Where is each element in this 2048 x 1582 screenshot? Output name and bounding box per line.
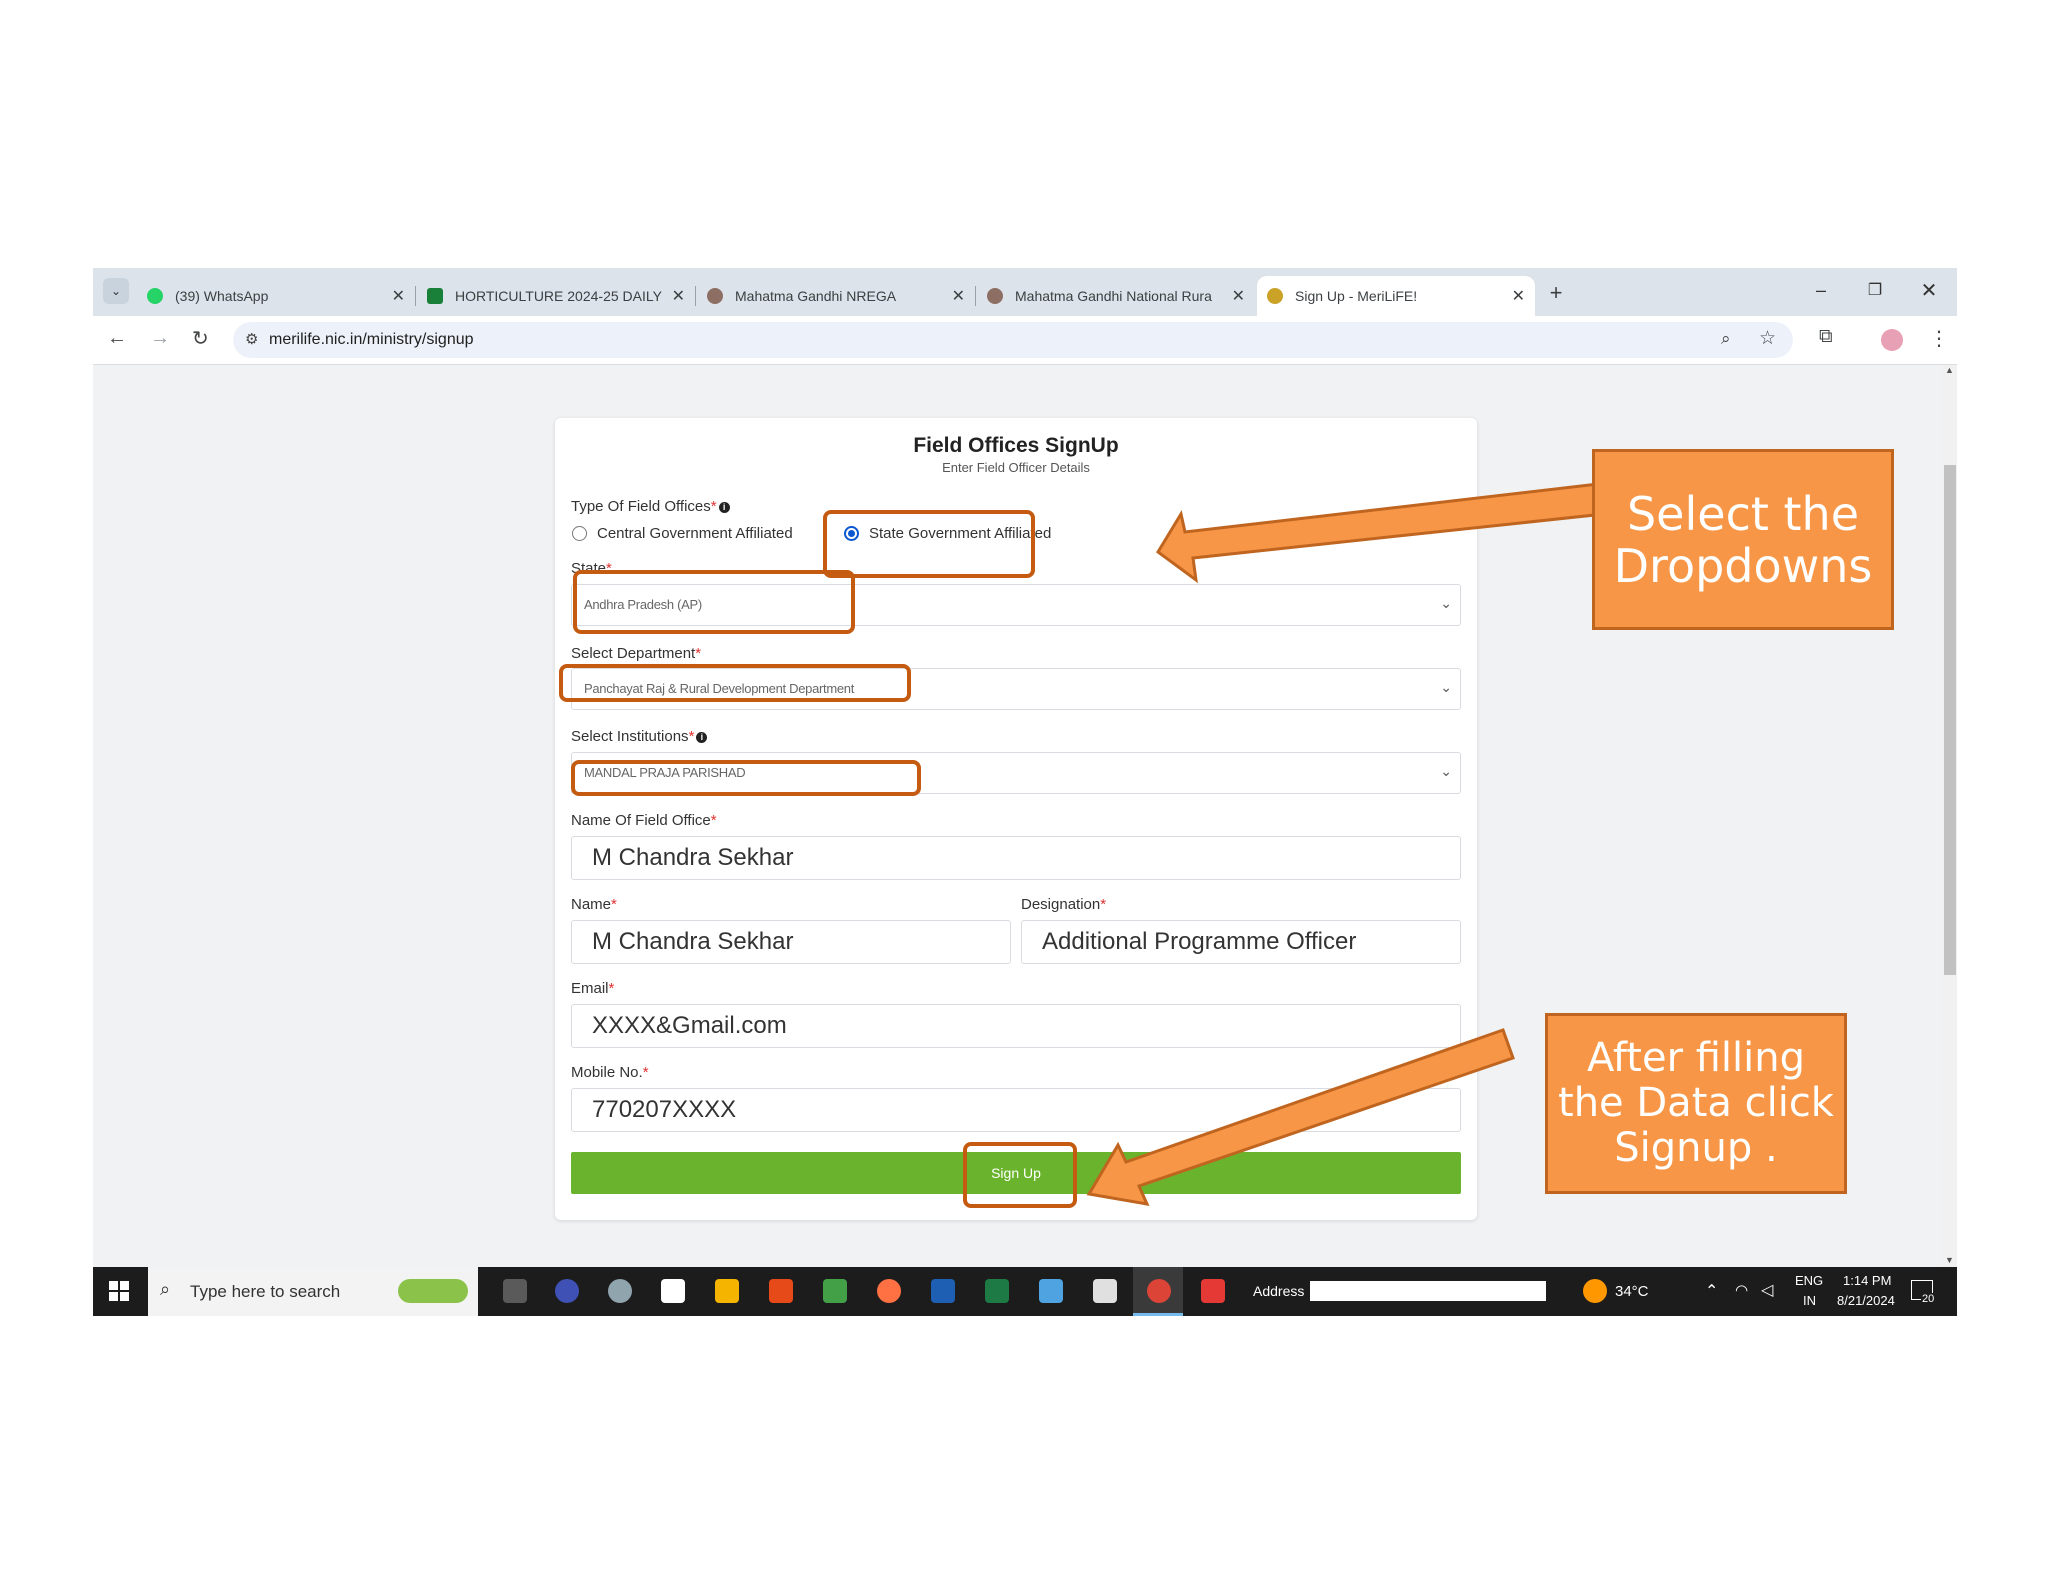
callout-select-dropdowns: Select the Dropdowns [1592,449,1894,630]
callout-line: Signup . [1614,1125,1778,1171]
annotation-arrows [1086,482,1606,1206]
callout-line: Dropdowns [1613,538,1873,593]
arrow-to-state-option [1156,482,1606,584]
arrow-to-signup-button [1086,1028,1515,1206]
callout-click-signup: After filling the Data click Signup . [1545,1013,1847,1194]
callout-line: After filling [1586,1035,1806,1081]
callout-line: Select the [1626,486,1860,541]
callout-line: the Data click [1558,1080,1834,1126]
